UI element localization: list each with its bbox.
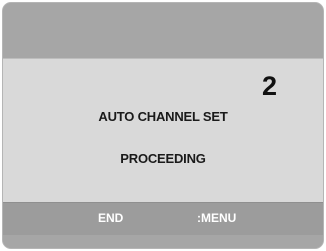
channel-number: 2 (261, 71, 277, 101)
top-band (3, 3, 323, 58)
bottom-strip (3, 235, 323, 248)
menu-button-label: :MENU (197, 211, 237, 225)
tv-osd-screen: 2 AUTO CHANNEL SET PROCEEDING END :MENU (2, 2, 324, 249)
end-button-label: END (98, 211, 124, 225)
osd-title: AUTO CHANNEL SET (98, 109, 228, 124)
footer-bar: END :MENU (3, 203, 323, 235)
osd-main-panel: 2 AUTO CHANNEL SET PROCEEDING (3, 58, 323, 203)
osd-status: PROCEEDING (120, 151, 206, 166)
